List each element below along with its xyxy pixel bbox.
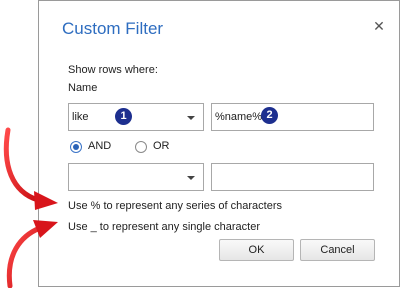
annotation-arrows [3,127,58,288]
arrow-icon [6,225,43,288]
arrow-icon [3,127,41,203]
arrowhead-icon [34,191,58,210]
arrowhead-icon [33,220,58,238]
